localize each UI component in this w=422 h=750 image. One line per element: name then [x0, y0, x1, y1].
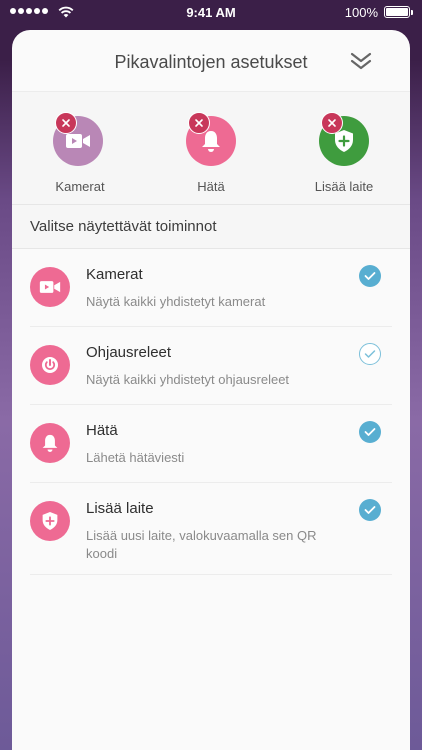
double-chevron-down-icon[interactable] [348, 48, 374, 74]
checkmark-icon[interactable] [359, 343, 381, 365]
item-description: Näytä kaikki yhdistetyt ohjausreleet [86, 372, 290, 387]
item-title: Hätä [86, 422, 118, 439]
list-item-ohjausreleet[interactable]: Ohjausreleet Näytä kaikki yhdistetyt ohj… [30, 327, 392, 405]
remove-lisaa-laite-button[interactable] [321, 112, 343, 134]
item-description: Lähetä hätäviesti [86, 450, 185, 465]
battery-icon [384, 6, 413, 18]
quick-action-label: Kamerat [55, 179, 105, 194]
item-description: Näytä kaikki yhdistetyt kamerat [86, 294, 266, 309]
battery-percentage: 100% [344, 5, 378, 20]
divider [30, 574, 392, 575]
sheet-header: Pikavalintojen asetukset [12, 30, 410, 92]
remove-kamerat-button[interactable] [55, 112, 77, 134]
list-item-kamerat[interactable]: Kamerat Näytä kaikki yhdistetyt kamerat [30, 249, 392, 327]
quick-action-label: Lisää laite [314, 179, 374, 194]
item-title: Kamerat [86, 266, 143, 283]
quick-actions-settings-sheet: Pikavalintojen asetukset Kamerat Hätä Li… [12, 30, 410, 750]
status-bar: 9:41 AM 100% [0, 0, 422, 26]
list-item-lisaa-laite[interactable]: Lisää laite Lisää uusi laite, valokuvaam… [30, 483, 392, 575]
item-title: Lisää laite [86, 500, 154, 517]
video-camera-icon [30, 267, 70, 307]
item-title: Ohjausreleet [86, 344, 172, 361]
checkmark-icon[interactable] [359, 265, 381, 287]
quick-actions-row: Kamerat Hätä Lisää laite [12, 92, 410, 205]
bell-icon [30, 423, 70, 463]
quick-action-label: Hätä [197, 179, 225, 194]
shield-plus-icon [30, 501, 70, 541]
item-description: Lisää uusi laite, valokuvaamalla sen QR … [86, 528, 317, 561]
remove-hata-button[interactable] [188, 112, 210, 134]
list-item-hata[interactable]: Hätä Lähetä hätäviesti [30, 405, 392, 483]
power-icon [30, 345, 70, 385]
checkmark-icon[interactable] [359, 499, 381, 521]
section-title: Valitse näytettävät toiminnot [12, 205, 410, 249]
checkmark-icon[interactable] [359, 421, 381, 443]
